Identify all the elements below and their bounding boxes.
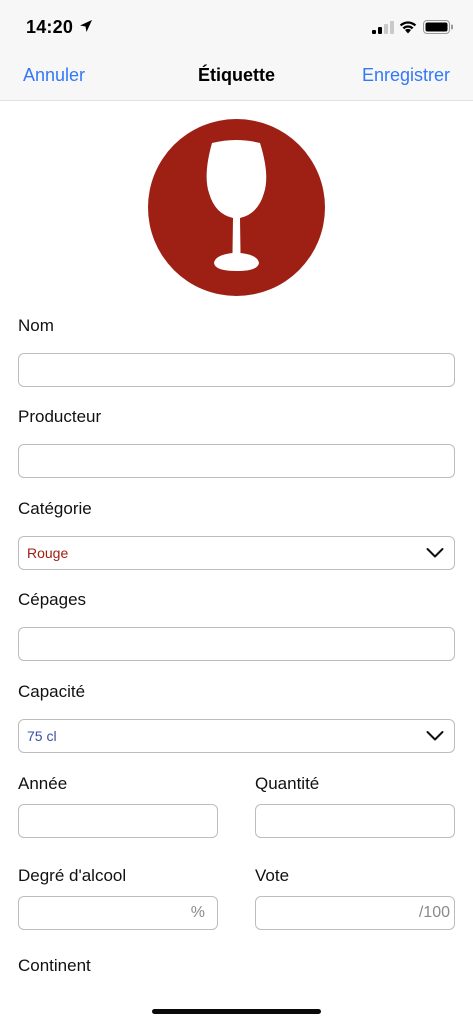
capacite-label: Capacité xyxy=(18,682,86,701)
vote-input[interactable]: /100 xyxy=(255,896,455,930)
producteur-label: Producteur xyxy=(18,407,102,426)
categorie-value: Rouge xyxy=(27,545,69,561)
cepages-input[interactable] xyxy=(18,627,455,661)
wine-glass-icon xyxy=(206,140,267,271)
battery-icon xyxy=(423,20,453,34)
annee-input[interactable] xyxy=(18,804,218,838)
categorie-select[interactable]: Rouge xyxy=(18,536,455,570)
annee-label: Année xyxy=(18,774,68,793)
cellular-signal-icon xyxy=(372,21,394,34)
categorie-label: Catégorie xyxy=(18,499,92,518)
save-button[interactable]: Enregistrer xyxy=(362,65,450,86)
home-indicator xyxy=(152,1009,321,1014)
navigation-bar: Annuler Étiquette Enregistrer xyxy=(0,54,473,100)
top-bar: 14:20 Annuler Étiquette Enregistrer xyxy=(0,0,473,101)
producteur-input[interactable] xyxy=(18,444,455,478)
degre-label: Degré d'alcool xyxy=(18,866,127,885)
vote-label: Vote xyxy=(255,866,290,885)
quantite-input[interactable] xyxy=(255,804,455,838)
bottom-safe-area xyxy=(0,972,473,1024)
status-time: 14:20 xyxy=(26,17,74,37)
location-arrow-icon xyxy=(80,20,92,32)
cancel-button[interactable]: Annuler xyxy=(23,65,85,86)
chevron-down-icon xyxy=(426,731,444,741)
quantite-label: Quantité xyxy=(255,774,320,793)
degre-input[interactable]: % xyxy=(18,896,218,930)
screen: 14:20 Annuler Étiquette Enregistrer Nom … xyxy=(0,0,473,1024)
vote-suffix: /100 xyxy=(418,904,450,921)
percent-suffix: % xyxy=(190,904,205,921)
wine-badge[interactable] xyxy=(148,119,325,296)
nom-label: Nom xyxy=(18,316,54,335)
cepages-label: Cépages xyxy=(18,590,87,609)
capacite-value: 75 cl xyxy=(27,728,57,744)
chevron-down-icon xyxy=(426,548,444,558)
status-bar: 14:20 xyxy=(0,0,473,54)
nom-input[interactable] xyxy=(18,353,455,387)
capacite-select[interactable]: 75 cl xyxy=(18,719,455,753)
wifi-icon xyxy=(399,21,417,34)
